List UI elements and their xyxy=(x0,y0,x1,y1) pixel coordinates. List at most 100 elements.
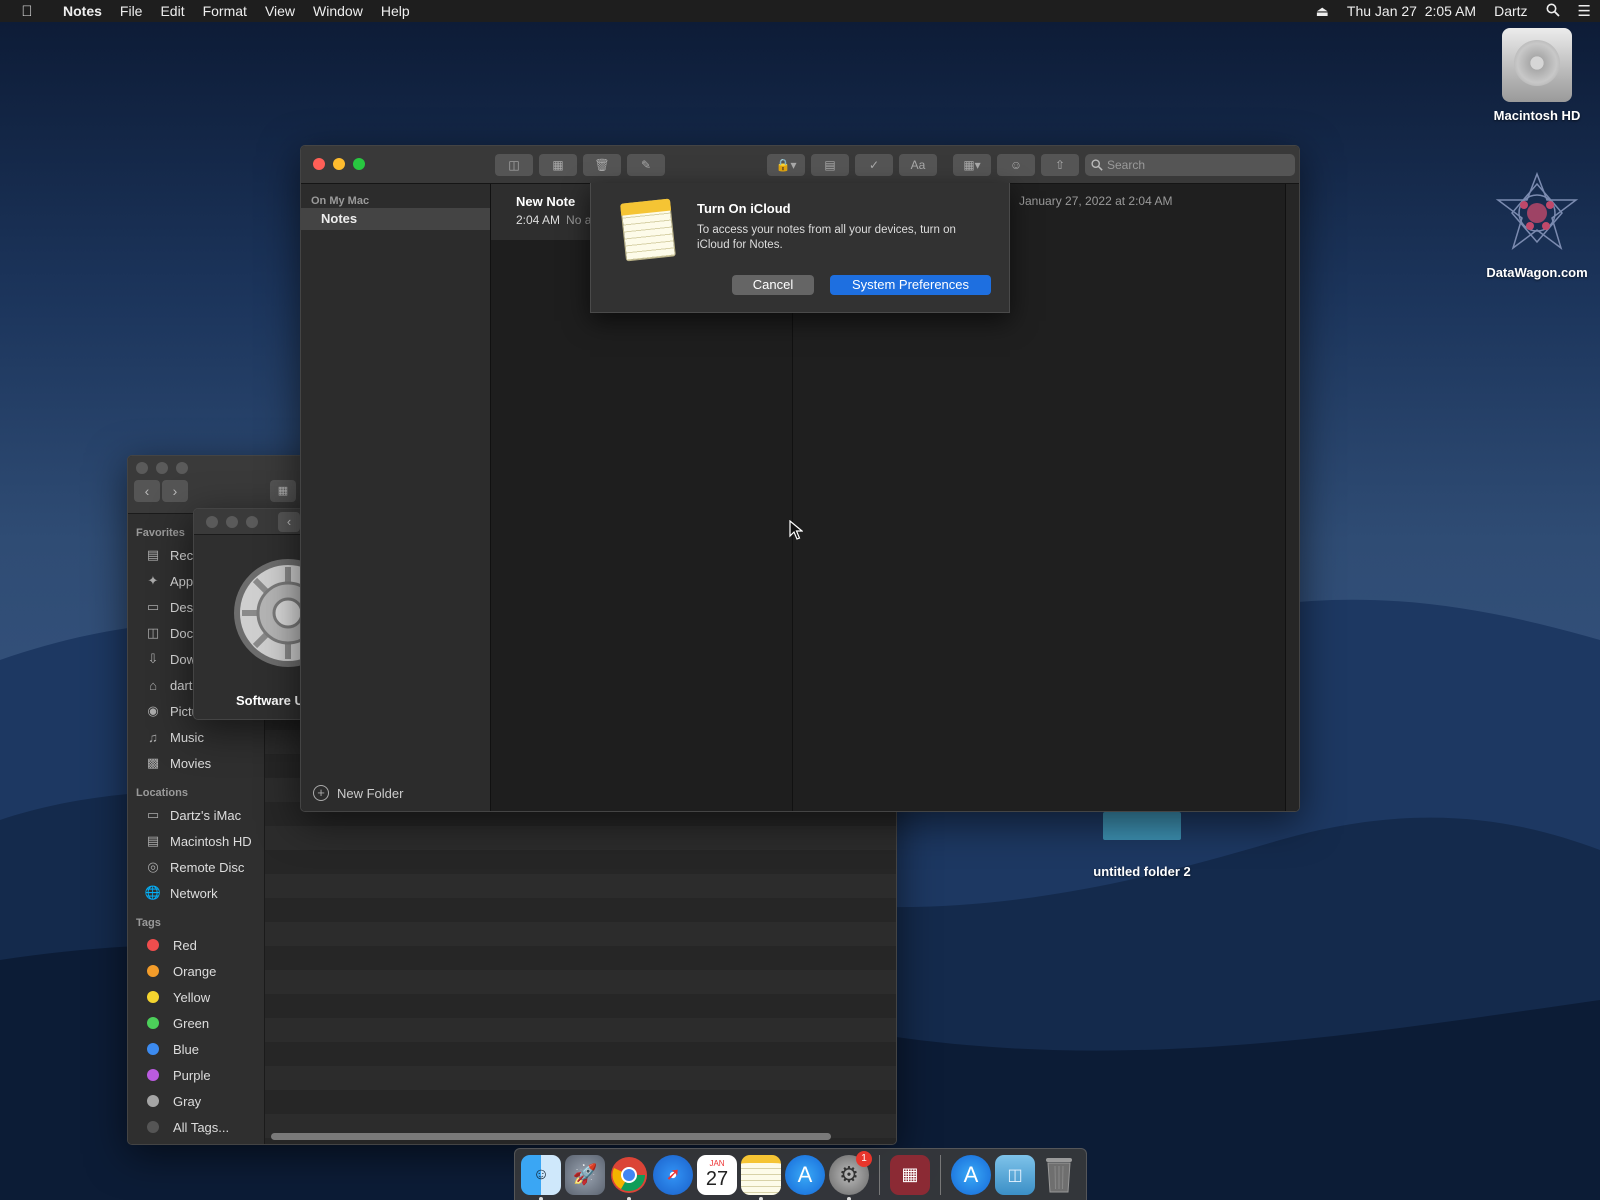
sidebar-tag-yellow[interactable]: Yellow xyxy=(128,984,264,1010)
tag-color-dot xyxy=(147,965,159,977)
cancel-button[interactable]: Cancel xyxy=(732,275,814,295)
menu-edit[interactable]: Edit xyxy=(151,3,193,19)
sidebar-item-label: Yellow xyxy=(173,989,211,1005)
sidebar-tag-orange[interactable]: Orange xyxy=(128,958,264,984)
back-button[interactable]: ‹ xyxy=(278,512,300,532)
lock-icon[interactable]: 🔒▾ xyxy=(767,154,805,176)
checklist-icon[interactable]: ✓ xyxy=(855,154,893,176)
vertical-scrollbar[interactable] xyxy=(1285,184,1299,811)
trash-icon[interactable]: 🗑 xyxy=(583,154,621,176)
system-preferences-button[interactable]: System Preferences xyxy=(830,275,991,295)
media-icon[interactable]: ▦▾ xyxy=(953,154,991,176)
icon-view-button[interactable]: ▦ xyxy=(270,480,296,502)
sidebar-item-label: Dartz's iMac xyxy=(170,807,242,823)
dock-notes-icon[interactable] xyxy=(741,1154,781,1200)
back-button[interactable]: ‹ xyxy=(134,480,160,502)
new-folder-button[interactable]: + New Folder xyxy=(313,785,403,801)
menu-help[interactable]: Help xyxy=(372,3,419,19)
sidebar-item-imac[interactable]: ▭ Dartz's iMac xyxy=(128,802,264,828)
notes-app-icon xyxy=(620,198,676,262)
search-input[interactable] xyxy=(1107,158,1277,172)
running-indicator xyxy=(539,1196,543,1200)
dock-folder-icon[interactable]: ◫ xyxy=(995,1154,1035,1195)
window-controls xyxy=(206,516,258,528)
menu-format[interactable]: Format xyxy=(194,3,256,19)
zoom-button[interactable] xyxy=(353,158,365,170)
sidebar-item-label: Music xyxy=(170,729,204,745)
minimize-button[interactable] xyxy=(333,158,345,170)
dock-chrome-icon[interactable] xyxy=(609,1155,649,1200)
format-text-icon[interactable]: Aa xyxy=(899,154,937,176)
desktop-icon-datawagon[interactable]: DataWagon.com xyxy=(1477,170,1597,280)
notification-center-icon[interactable]: ☰ xyxy=(1569,2,1600,20)
desktop-icon-untitled-folder-2[interactable]: untitled folder 2 xyxy=(1082,812,1202,879)
menu-file[interactable]: File xyxy=(111,3,152,19)
gallery-view-icon[interactable]: ▦ xyxy=(539,154,577,176)
menu-user[interactable]: Dartz xyxy=(1485,3,1536,19)
add-people-icon[interactable]: ☺ xyxy=(997,154,1035,176)
running-indicator xyxy=(759,1196,763,1200)
close-button[interactable] xyxy=(136,462,148,474)
dock-calendar-icon[interactable]: JAN 27 xyxy=(697,1154,737,1195)
sidebar-tag-all[interactable]: All Tags... xyxy=(128,1114,264,1140)
sidebar-tag-green[interactable]: Green xyxy=(128,1010,264,1036)
sidebar-tag-blue[interactable]: Blue xyxy=(128,1036,264,1062)
desktop-icon-macintosh-hd[interactable]: Macintosh HD xyxy=(1482,28,1592,123)
sidebar-item-label: Green xyxy=(173,1015,210,1031)
sidebar-tag-purple[interactable]: Purple xyxy=(128,1062,264,1088)
dock-safari-icon[interactable]: ➚ xyxy=(653,1154,693,1195)
dock-finder-icon[interactable]: ☺ xyxy=(521,1154,561,1200)
pictures-icon: ◉ xyxy=(147,703,159,718)
window-controls xyxy=(313,158,365,170)
menu-app-name[interactable]: Notes xyxy=(54,3,111,19)
menu-view[interactable]: View xyxy=(256,3,304,19)
search-field[interactable] xyxy=(1085,154,1295,176)
minimize-button[interactable] xyxy=(226,516,238,528)
share-icon[interactable]: ⇧ xyxy=(1041,154,1079,176)
sidebar-tag-red[interactable]: Red xyxy=(128,932,264,958)
dialog-message: To access your notes from all your devic… xyxy=(697,224,956,251)
sidebar-item-music[interactable]: ♫ Music xyxy=(128,724,264,750)
zoom-button[interactable] xyxy=(246,516,258,528)
calendar-day: 27 xyxy=(705,1168,729,1190)
compose-icon[interactable]: ✎ xyxy=(627,154,665,176)
dock-launchpad-icon[interactable]: 🚀 xyxy=(565,1154,605,1195)
tag-color-dot xyxy=(147,1121,159,1133)
sidebar-item-movies[interactable]: ▩ Movies xyxy=(128,750,264,776)
table-icon[interactable]: ▤ xyxy=(811,154,849,176)
horizontal-scrollbar[interactable] xyxy=(271,1133,831,1140)
menu-window[interactable]: Window xyxy=(304,3,372,19)
sidebar-item-label: Macintosh HD xyxy=(170,833,252,849)
desktop-icon-label: Macintosh HD xyxy=(1493,108,1581,123)
tag-color-dot xyxy=(147,1043,159,1055)
minimize-button[interactable] xyxy=(156,462,168,474)
running-indicator xyxy=(847,1196,851,1200)
zoom-button[interactable] xyxy=(176,462,188,474)
forward-button[interactable]: › xyxy=(162,480,188,502)
dock-system-preferences-icon[interactable]: ⚙ 1 xyxy=(829,1150,872,1200)
apple-menu-icon[interactable]:  xyxy=(0,3,54,20)
close-button[interactable] xyxy=(206,516,218,528)
home-icon: ⌂ xyxy=(149,677,157,693)
spotlight-icon[interactable] xyxy=(1537,3,1569,20)
dock-photo-booth-icon[interactable]: ▦ xyxy=(890,1154,930,1195)
menu-clock[interactable]: Thu Jan 27 2:05 AM xyxy=(1338,3,1485,19)
folder-item-notes[interactable]: Notes xyxy=(301,208,490,230)
sidebar-item-label: Network xyxy=(170,885,218,901)
sidebar-item-remote-disc[interactable]: ◎ Remote Disc xyxy=(128,854,264,880)
sidebar-item-macintosh-hd[interactable]: ▤ Macintosh HD xyxy=(128,828,264,854)
running-indicator xyxy=(627,1196,631,1200)
close-button[interactable] xyxy=(313,158,325,170)
eject-icon[interactable]: ⏏ xyxy=(1307,3,1338,20)
dock-app-store-downloads-icon[interactable]: A xyxy=(951,1154,991,1195)
dock-app-store-icon[interactable]: A xyxy=(785,1154,825,1195)
tag-color-dot xyxy=(147,1017,159,1029)
disc-icon: ◎ xyxy=(147,859,159,874)
desktop-icon-label: DataWagon.com xyxy=(1486,265,1588,280)
dock-trash-icon[interactable] xyxy=(1039,1155,1079,1195)
sidebar-toggle-icon[interactable]: ◫ xyxy=(495,154,533,176)
sidebar-item-network[interactable]: 🌐 Network xyxy=(128,880,264,906)
sidebar-tag-gray[interactable]: Gray xyxy=(128,1088,264,1114)
trash-can-icon xyxy=(1046,1157,1072,1192)
tag-color-dot xyxy=(147,991,159,1003)
